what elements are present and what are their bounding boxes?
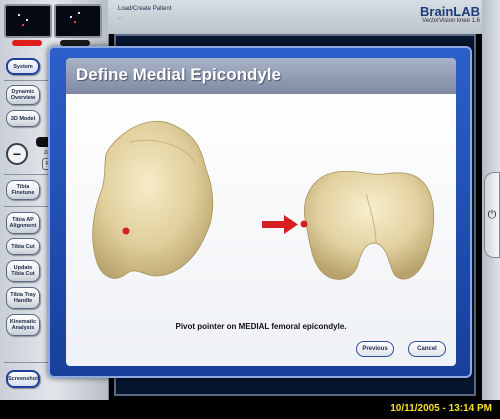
femur-illustration <box>92 120 435 280</box>
camera-status-left <box>12 40 42 46</box>
dialog-body: Pivot pointer on MEDIAL femoral epicondy… <box>66 94 456 366</box>
zoom-out-icon[interactable]: − <box>6 143 28 165</box>
camera-view-left <box>4 4 52 38</box>
epicondyle-marker <box>300 220 308 228</box>
divider <box>4 174 52 175</box>
dialog-title-bar: Define Medial Epicondyle <box>66 58 456 94</box>
3d-model-button[interactable]: 3D Model <box>6 110 40 127</box>
tibia-finetune-button[interactable]: Tibia Finetune <box>6 180 40 200</box>
system-button[interactable]: System <box>6 58 40 75</box>
previous-button[interactable]: Previous <box>356 341 394 357</box>
datetime-text: 10/11/2005 - 13:14 PM <box>390 403 492 414</box>
arrow-right-icon <box>262 215 298 234</box>
define-epicondyle-dialog: Define Medial Epicondyle Pivot pointer o… <box>48 46 472 378</box>
divider <box>4 80 52 81</box>
camera-view-right <box>54 4 102 38</box>
brainlab-logo: BrainLAB VectorVision knee 1.6 <box>420 4 480 24</box>
tibia-ap-alignment-button[interactable]: Tibia AP Alignment <box>6 212 40 234</box>
screenshot-button[interactable]: Screenshot <box>6 370 40 388</box>
load-create-patient-label[interactable]: Load/Create Patient <box>118 6 171 12</box>
power-icon[interactable]: ⏻ <box>484 172 500 258</box>
dynamic-overview-button[interactable]: Dynamic Overview <box>6 85 40 105</box>
epicondyle-marker <box>122 227 130 235</box>
tibia-cut-button[interactable]: Tibia Cut <box>6 238 40 255</box>
instruction-text: Pivot pointer on MEDIAL femoral epicondy… <box>175 322 347 331</box>
femur-front-view <box>304 170 435 280</box>
update-tibia-cut-button[interactable]: Update Tibia Cut <box>6 260 40 282</box>
divider <box>4 362 52 363</box>
femur-side-view <box>92 120 214 279</box>
tibia-tray-handle-button[interactable]: Tibia Tray Handle <box>6 287 40 309</box>
product-version: VectorVision knee 1.6 <box>422 18 480 24</box>
cancel-button[interactable]: Cancel <box>408 341 446 357</box>
kinematic-analysis-button[interactable]: Kinematic Analysis <box>6 314 40 336</box>
status-bar: 10/11/2005 - 13:14 PM <box>0 400 500 419</box>
divider <box>4 206 52 207</box>
dialog-title: Define Medial Epicondyle <box>76 65 281 84</box>
brand-name: BrainLAB <box>420 4 480 19</box>
patient-name-text: .· <box>118 15 124 21</box>
